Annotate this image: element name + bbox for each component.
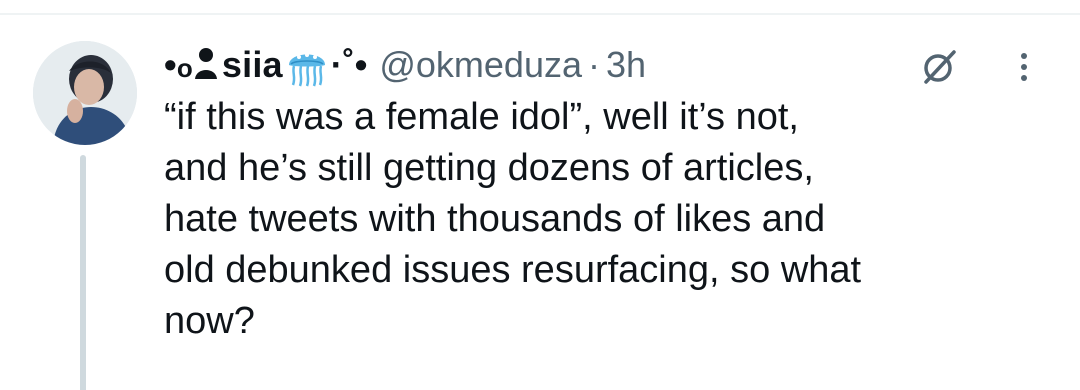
display-name[interactable]: •o siia: [164, 44, 283, 86]
display-name-text: siia: [221, 44, 283, 85]
more-vertical-icon[interactable]: [1010, 48, 1038, 88]
tweet-header: •o siia ·˚• @okmeduza · 3h: [164, 40, 646, 90]
grok-icon[interactable]: [918, 46, 960, 88]
separator-dot: ·: [588, 44, 600, 85]
tweet[interactable]: •o siia ·˚• @okmeduza · 3h “if this was …: [0, 0, 1080, 390]
tweet-text: “if this was a female idol”, well it’s n…: [164, 96, 862, 342]
jellyfish-emoji: [285, 43, 329, 87]
display-name-suffix: ·˚•: [330, 44, 368, 85]
display-name-prefix: •: [164, 44, 177, 85]
avatar[interactable]: [33, 41, 137, 145]
user-handle[interactable]: @okmeduza: [379, 44, 582, 86]
avatar-image: [33, 41, 137, 145]
display-name-mid: o: [176, 53, 193, 83]
person-icon: [194, 45, 218, 81]
thread-line: [80, 155, 86, 390]
timestamp[interactable]: 3h: [606, 44, 646, 86]
